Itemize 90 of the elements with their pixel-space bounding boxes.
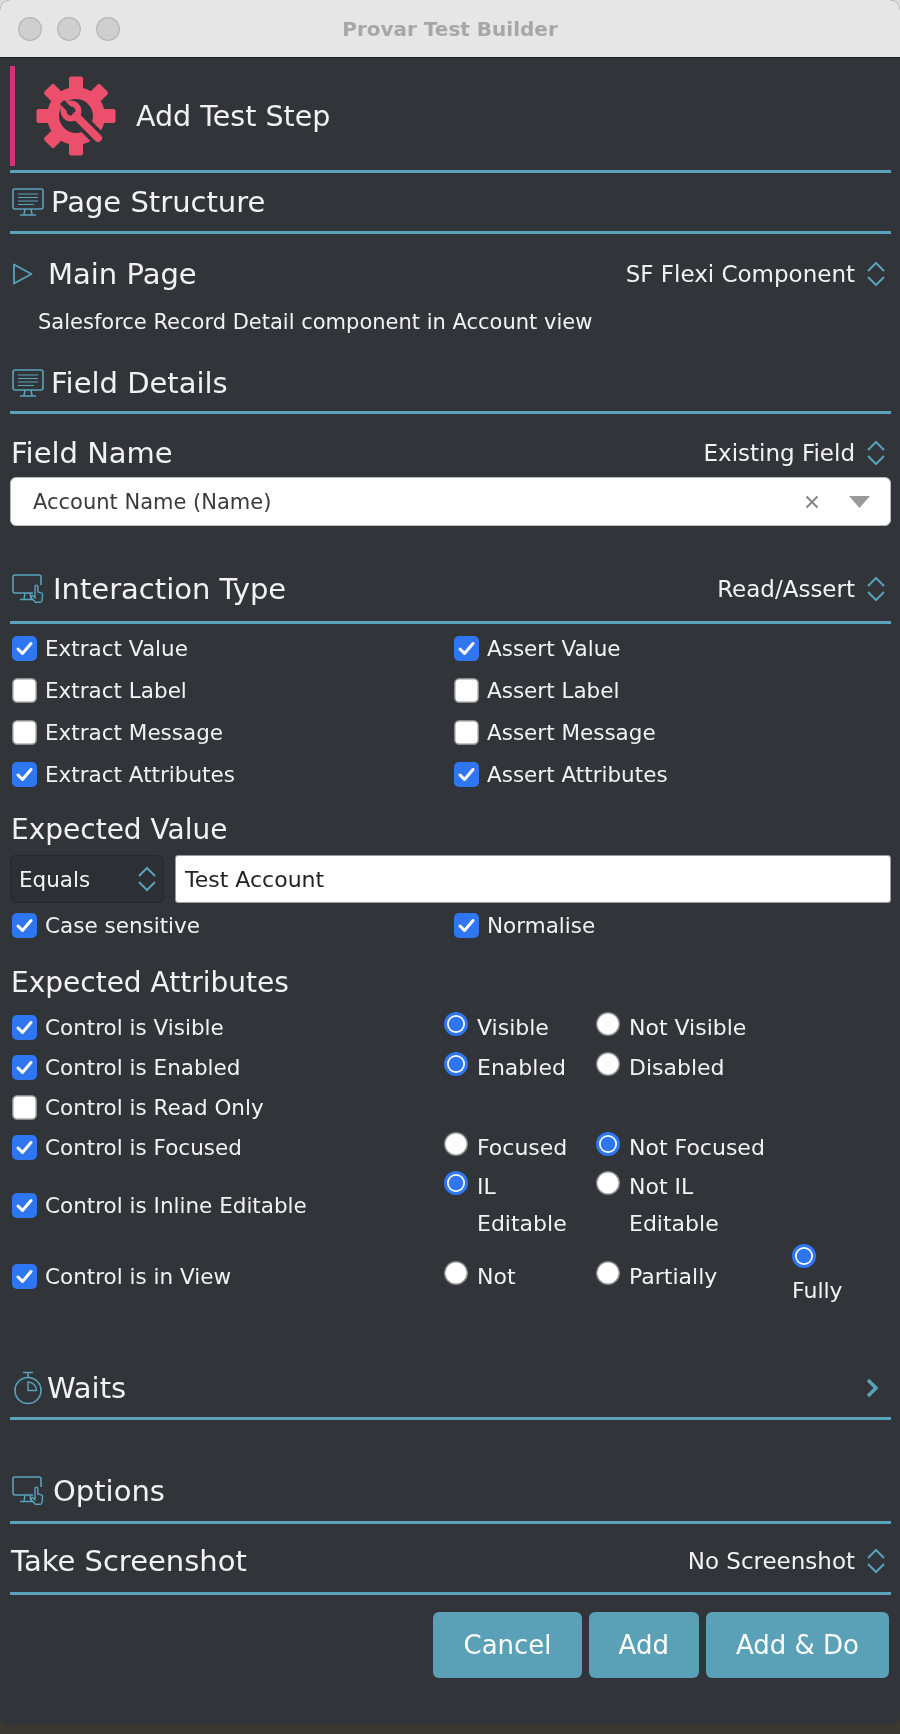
interaction-mode-select[interactable]: Read/Assert	[717, 574, 887, 603]
checkbox-label: Assert Value	[487, 635, 621, 661]
radio-label: Not	[477, 1263, 516, 1291]
checkbox[interactable]	[12, 719, 37, 745]
radio-button[interactable]	[444, 1171, 468, 1195]
checkbox[interactable]	[454, 719, 479, 745]
monitor-pointer-icon	[12, 573, 46, 604]
checkbox-label: Control is Enabled	[45, 1054, 241, 1080]
checkbox[interactable]	[12, 677, 37, 703]
checkbox[interactable]	[454, 635, 479, 661]
field-mode-select[interactable]: Existing Field	[703, 439, 887, 467]
expected-value-input[interactable]: Test Account	[175, 855, 891, 903]
page-description: Salesforce Record Detail component in Account view	[38, 310, 593, 334]
checkbox-label: Control is Visible	[45, 1014, 224, 1040]
dialog-title: Add Test Step	[136, 99, 331, 133]
stopwatch-icon	[12, 1371, 44, 1405]
checkbox-label: Extract Value	[45, 635, 188, 661]
radio-label: Partially	[629, 1263, 718, 1291]
chevron-updown-icon	[865, 260, 887, 288]
section-title: Options	[53, 1474, 165, 1508]
checkbox-label: Extract Attributes	[45, 761, 235, 787]
radio-button[interactable]	[596, 1261, 620, 1285]
monitor-icon	[12, 368, 44, 397]
checkbox[interactable]	[12, 912, 37, 938]
radio-label: Not Focused	[629, 1133, 765, 1162]
checkbox[interactable]	[12, 1134, 37, 1160]
checkbox-label: Extract Message	[45, 719, 224, 745]
section-title: Page Structure	[51, 185, 266, 219]
gear-wrench-icon	[36, 76, 116, 156]
radio-button[interactable]	[596, 1171, 620, 1195]
radio-button[interactable]	[596, 1011, 620, 1036]
radio-label: Enabled	[477, 1053, 566, 1082]
radio-label: Not IL Editable	[629, 1173, 720, 1238]
field-name-combobox[interactable]: Account Name (Name)	[10, 477, 891, 526]
checkbox[interactable]	[12, 1054, 37, 1080]
section-title: Expected Value	[11, 812, 228, 846]
checkbox[interactable]	[12, 1192, 37, 1218]
radio-label: Disabled	[629, 1053, 725, 1082]
section-title: Field Details	[51, 365, 228, 400]
checkbox-label: Case sensitive	[45, 912, 201, 938]
radio-label: IL Editable	[477, 1173, 568, 1238]
radio-button[interactable]	[444, 1051, 468, 1076]
page-name: Main Page	[48, 257, 197, 291]
checkbox[interactable]	[12, 1094, 37, 1120]
checkbox-label: Control is Read Only	[45, 1094, 264, 1120]
checkbox[interactable]	[12, 635, 37, 661]
section-title: Waits	[47, 1371, 127, 1405]
radio-button[interactable]	[444, 1261, 468, 1285]
checkbox-label: Extract Label	[45, 677, 187, 703]
checkbox[interactable]	[12, 761, 37, 787]
chevron-right-icon[interactable]	[865, 1377, 879, 1399]
caret-icon[interactable]	[12, 262, 34, 286]
checkbox[interactable]	[454, 677, 479, 703]
checkbox-label: Assert Label	[487, 677, 620, 703]
chevron-updown-icon	[865, 439, 887, 467]
checkbox[interactable]	[12, 1014, 37, 1040]
page-type-select[interactable]: SF Flexi Component	[625, 260, 887, 288]
chevron-updown-icon	[136, 865, 158, 893]
checkbox[interactable]	[454, 912, 479, 938]
radio-button[interactable]	[444, 1131, 468, 1156]
radio-label: Not Visible	[629, 1013, 747, 1042]
checkbox-label: Control is Inline Editable	[45, 1192, 307, 1218]
radio-label: Fully	[792, 1277, 843, 1305]
radio-label: Focused	[477, 1133, 568, 1162]
field-name-input[interactable]: Account Name (Name)	[33, 489, 795, 514]
field-label: Take Screenshot	[10, 1543, 247, 1578]
radio-button[interactable]	[596, 1131, 620, 1156]
monitor-pointer-icon	[12, 1476, 46, 1506]
radio-label: Visible	[477, 1013, 549, 1042]
checkbox[interactable]	[12, 1264, 37, 1289]
checkbox-label: Assert Attributes	[487, 761, 668, 787]
section-title: Expected Attributes	[11, 965, 289, 999]
checkbox-label: Control is Focused	[45, 1134, 242, 1160]
checkbox-label: Control is in View	[45, 1264, 231, 1289]
radio-button[interactable]	[792, 1244, 816, 1268]
chevron-updown-icon	[865, 1546, 887, 1575]
field-label: Field Name	[10, 436, 173, 470]
clear-icon[interactable]	[805, 494, 819, 509]
dropdown-caret-icon[interactable]	[849, 495, 870, 508]
chevron-updown-icon	[865, 574, 887, 603]
screenshot-select[interactable]: No Screenshot	[687, 1546, 887, 1575]
window-title: Provar Test Builder	[342, 16, 558, 41]
checkbox[interactable]	[454, 761, 479, 787]
radio-button[interactable]	[444, 1011, 468, 1036]
radio-button[interactable]	[596, 1051, 620, 1076]
checkbox-label: Normalise	[487, 912, 596, 938]
checkbox-label: Assert Message	[487, 719, 656, 745]
section-title: Interaction Type	[53, 571, 287, 606]
monitor-icon	[12, 188, 44, 216]
operator-select[interactable]: Equals	[10, 855, 164, 903]
